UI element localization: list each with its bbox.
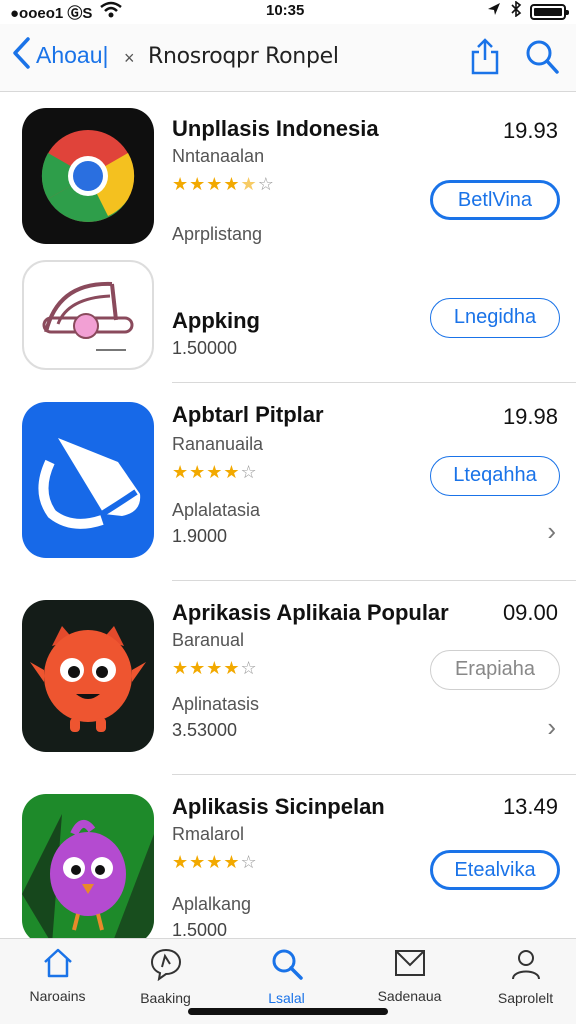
app-name: Aplikasis Sicinpelan [172, 794, 385, 819]
speech-bubble-icon [108, 947, 223, 986]
download-count: 3.53000 [172, 720, 238, 740]
chrome-app-icon[interactable] [22, 108, 154, 244]
app-category: Aplalkang [172, 894, 252, 914]
divider [172, 774, 576, 775]
divider [172, 580, 576, 581]
get-button[interactable]: Erapiaha [430, 650, 560, 690]
nav-separator: × [124, 48, 135, 68]
list-item[interactable]: Appking 1.50000 Lnegidha [0, 252, 576, 382]
app-name: Appking [172, 308, 260, 333]
download-count: 1.50000 [172, 338, 238, 358]
rating-stars: ★★★★☆ [172, 462, 258, 482]
back-button[interactable]: Ahoau| [10, 36, 108, 75]
list-item[interactable]: Aplikasis Sicinpelan Rmalarol ★★★★☆ Apla… [0, 776, 576, 938]
app-developer: Baranual [172, 630, 245, 650]
rating-stars: ★★★★☆ [172, 658, 258, 678]
download-count: 1.9000 [172, 526, 228, 546]
app-category: Aplinatasis [172, 694, 260, 714]
pulley-app-icon[interactable] [22, 260, 154, 370]
tab-profile[interactable]: Saprolelt [468, 947, 576, 1017]
download-count: 1.5000 [172, 920, 228, 938]
chevron-right-icon[interactable]: › [547, 712, 556, 743]
app-developer: Nntanaalan [172, 146, 265, 166]
get-button[interactable]: BetlVina [430, 180, 560, 220]
app-developer: Rananuaila [172, 434, 264, 454]
get-button[interactable]: Lnegidha [430, 298, 560, 338]
home-indicator [188, 1008, 388, 1015]
app-name: Apbtarl Pitplar [172, 402, 324, 427]
get-button[interactable]: Etealvika [430, 850, 560, 890]
app-name: Aprikasis Aplikaia Popular [172, 600, 449, 625]
wifi-icon [100, 1, 122, 24]
app-category: Aplalatasia [172, 500, 261, 520]
status-bar: ●ooeo1 ⒼS 10:35 [0, 0, 576, 24]
back-label: Ahoau| [36, 42, 109, 68]
app-price: 13.49 [502, 794, 558, 819]
bird-app-icon[interactable] [22, 794, 154, 938]
tab-messages[interactable]: Sadenaua [352, 947, 467, 1017]
list-item[interactable]: Unpllasis Indonesia Nntanaalan ★★★★★☆ Ap… [0, 92, 576, 252]
monster-app-icon[interactable] [22, 600, 154, 752]
clock: 10:35 [266, 2, 305, 19]
tab-home[interactable]: Naroains [0, 947, 115, 1017]
list-item[interactable]: Apbtarl Pitplar Rananuaila ★★★★☆ Aplalat… [0, 384, 576, 574]
app-price: 09.00 [502, 600, 558, 625]
rating-stars: ★★★★☆ [172, 852, 258, 872]
app-price: 19.93 [502, 118, 558, 143]
navigation-bar: Ahoau| × Rnosroqpr Ronpel [0, 24, 576, 92]
app-list: Unpllasis Indonesia Nntanaalan ★★★★★☆ Ap… [0, 92, 576, 938]
mail-icon [352, 947, 467, 984]
location-icon [486, 1, 502, 22]
tab-search[interactable]: Lsalal [229, 947, 344, 1017]
app-developer: Rmalarol [172, 824, 245, 844]
app-category: Aprplistang [172, 224, 263, 244]
search-icon[interactable] [524, 38, 560, 81]
tab-booking[interactable]: Baaking [108, 947, 223, 1017]
rating-stars: ★★★★★☆ [172, 174, 275, 194]
person-icon [468, 947, 576, 986]
home-icon [0, 947, 115, 984]
search-icon [229, 947, 344, 986]
battery-icon [530, 3, 569, 20]
list-item[interactable]: Aprikasis Aplikaia Popular Baranual ★★★★… [0, 582, 576, 772]
share-icon[interactable] [470, 38, 500, 81]
ball-app-icon[interactable] [22, 402, 154, 558]
get-button[interactable]: Lteqahha [430, 456, 560, 496]
carrier-label: ●ooeo1 ⒼS [10, 5, 93, 22]
app-price: 19.98 [502, 404, 558, 429]
chevron-left-icon [10, 36, 32, 75]
bluetooth-icon [510, 0, 522, 22]
page-title: Rnosroqpr Ronpel [148, 44, 339, 69]
app-name: Unpllasis Indonesia [172, 116, 379, 141]
divider [172, 382, 576, 383]
chevron-right-icon[interactable]: › [547, 516, 556, 547]
